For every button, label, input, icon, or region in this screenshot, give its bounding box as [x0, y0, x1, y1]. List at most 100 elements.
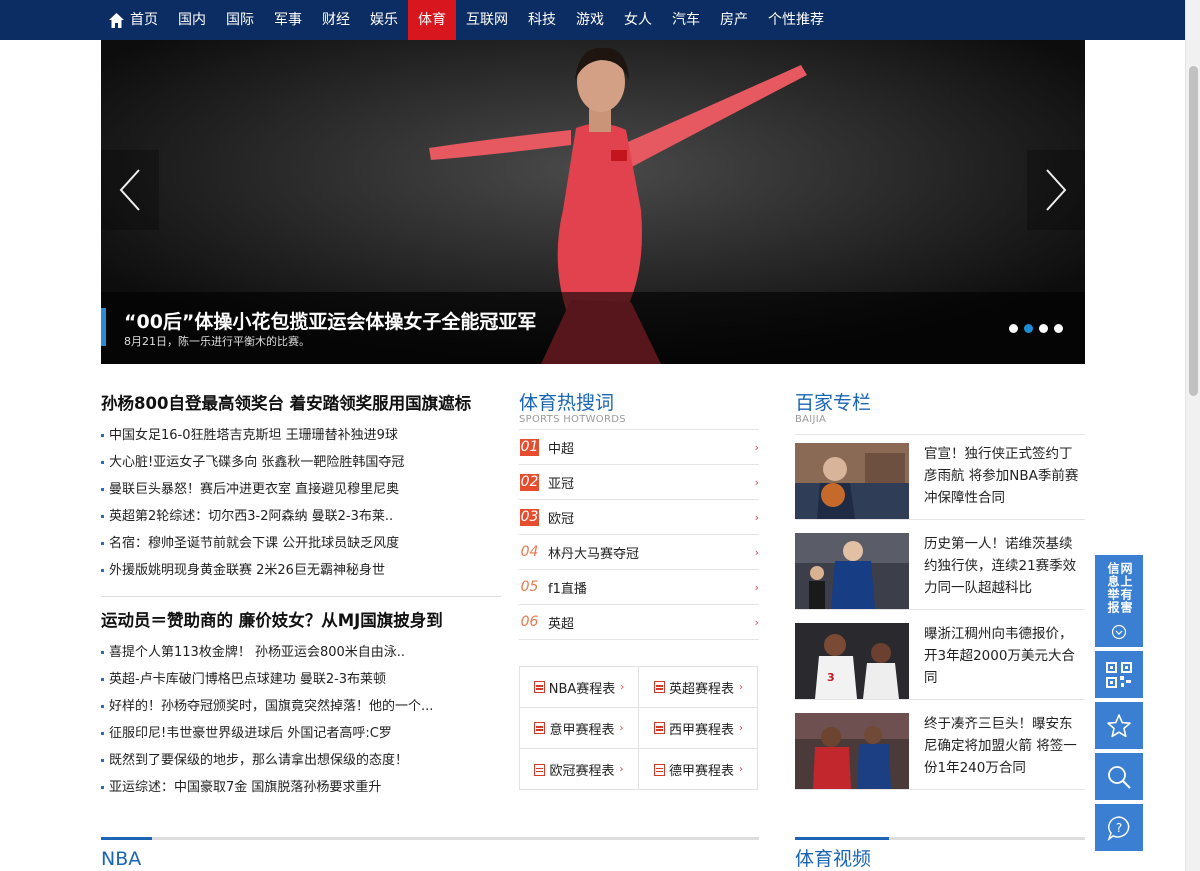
chevron-right-icon: ›	[754, 441, 759, 454]
news-item[interactable]: 好样的！孙杨夺冠颁奖时，国旗竟突然掉落！他的一个...	[101, 693, 501, 720]
nav-item-label: 娱乐	[370, 12, 398, 28]
hot-item[interactable]: 02 亚冠 ›	[519, 465, 759, 500]
news-item[interactable]: 英超-卢卡库破门博格巴点球建功 曼联2-3布莱顿	[101, 666, 501, 693]
nba-section-bar	[101, 837, 759, 840]
hot-search-subtitle: SPORTS HOTWORDS	[519, 414, 626, 425]
schedule-label: 意甲赛程表	[549, 722, 615, 738]
page-scrollbar[interactable]	[1185, 0, 1200, 871]
carousel-caption: “00后”体操小花包揽亚运会体操女子全能冠亚军 8月21日，陈一乐进行平衡木的比…	[101, 292, 1085, 364]
scrollbar-thumb[interactable]	[1189, 66, 1198, 396]
schedule-label: 德甲赛程表	[668, 764, 734, 779]
carousel-dot[interactable]	[1054, 324, 1063, 333]
thumbnail-image	[795, 533, 909, 609]
hot-name: f1直播	[548, 581, 587, 597]
star-icon	[1107, 713, 1131, 737]
thumbnail-image	[795, 443, 909, 519]
news-item[interactable]: 大心脏!亚运女子飞碟多向 张鑫秋一靶险胜韩国夺冠	[101, 449, 501, 476]
news-item[interactable]: 中国女足16-0狂胜塔吉克斯坦 王珊珊替补独进9球	[101, 422, 501, 449]
news-item[interactable]: 征服印尼!韦世豪世界级进球后 外国记者高呼:C罗	[101, 720, 501, 747]
search-button[interactable]	[1095, 753, 1143, 800]
schedule-label: 西甲赛程表	[668, 722, 734, 738]
carousel-prev-button[interactable]	[101, 150, 159, 230]
nav-item-12[interactable]: 房产	[710, 0, 758, 40]
carousel-dot[interactable]	[1009, 324, 1018, 333]
hot-search-title[interactable]: 体育热搜词	[519, 392, 759, 414]
chevron-right-icon: ›	[754, 581, 759, 594]
nav-item-label: 军事	[274, 12, 302, 28]
headline-2[interactable]: 运动员＝赞助商的 廉价妓女？从MJ国旗披身到	[101, 609, 501, 633]
nav-item-label: 房产	[720, 12, 748, 28]
hot-item[interactable]: 03 欧冠 ›	[519, 500, 759, 535]
nav-item-label: 财经	[322, 12, 350, 28]
nav-item-5[interactable]: 娱乐	[360, 0, 408, 40]
nav-item-label: 女人	[624, 12, 652, 28]
qrcode-button[interactable]	[1095, 651, 1143, 698]
video-section: 体育视频	[795, 837, 1085, 870]
nav-item-4[interactable]: 财经	[312, 0, 360, 40]
schedule-link[interactable]: 德甲赛程表 ›	[639, 749, 758, 790]
news-item[interactable]: 外援版姚明现身黄金联赛 2米26巨无霸神秘身世	[101, 557, 501, 584]
news-item[interactable]: 名宿：穆帅圣诞节前就会下课 公开批球员缺乏风度	[101, 530, 501, 557]
nba-section-title[interactable]: NBA	[101, 848, 759, 870]
hot-item[interactable]: 05 f1直播 ›	[519, 570, 759, 605]
nav-item-0[interactable]: 首页	[100, 0, 168, 40]
baijia-thumbnail[interactable]	[795, 533, 909, 609]
news-item[interactable]: 既然到了要保级的地步，那么请拿出想保级的态度！	[101, 747, 501, 774]
baijia-item-text[interactable]: 官宣！独行侠正式签约丁彦雨航 将参加NBA季前赛冲保障性合同	[924, 443, 1085, 509]
divider	[101, 596, 501, 597]
schedule-link[interactable]: NBA赛程表 ›	[520, 667, 639, 708]
floating-toolbar: 网上有害信息举报 ?	[1095, 555, 1143, 855]
list-icon	[653, 681, 665, 693]
nav-item-8[interactable]: 科技	[518, 0, 566, 40]
favorite-button[interactable]	[1095, 702, 1143, 749]
baijia-thumbnail[interactable]: 3	[795, 623, 909, 699]
chevron-right-icon: ›	[739, 722, 743, 734]
nav-item-7[interactable]: 互联网	[456, 0, 518, 40]
nav-item-10[interactable]: 女人	[614, 0, 662, 40]
help-button[interactable]: ?	[1095, 804, 1143, 851]
hot-item[interactable]: 04 林丹大马赛夺冠 ›	[519, 535, 759, 570]
schedule-link[interactable]: 欧冠赛程表 ›	[520, 749, 639, 790]
carousel-next-button[interactable]	[1027, 150, 1085, 230]
baijia-item[interactable]: 官宣！独行侠正式签约丁彦雨航 将参加NBA季前赛冲保障性合同	[795, 443, 1085, 520]
nav-item-9[interactable]: 游戏	[566, 0, 614, 40]
baijia-title[interactable]: 百家专栏	[795, 392, 1085, 414]
qrcode-icon	[1106, 661, 1132, 688]
hot-item[interactable]: 01 中超 ›	[519, 430, 759, 465]
news-item[interactable]: 曼联巨头暴怒！赛后冲进更衣室 直接避见穆里尼奥	[101, 476, 501, 503]
baijia-item-text[interactable]: 曝浙江稠州向韦德报价，开3年超2000万美元大合同	[924, 623, 1085, 689]
baijia-thumbnail[interactable]	[795, 443, 909, 519]
chevron-right-icon: ›	[619, 764, 624, 775]
news-item[interactable]: 喜提个人第113枚金牌！ 孙杨亚运会800米自由泳..	[101, 639, 501, 666]
news-item[interactable]: 英超第2轮综述：切尔西3-2阿森纳 曼联2-3布莱..	[101, 503, 501, 530]
baijia-thumbnail[interactable]	[795, 713, 909, 789]
list-icon	[534, 763, 546, 776]
nav-item-6[interactable]: 体育	[408, 0, 456, 40]
carousel-title[interactable]: “00后”体操小花包揽亚运会体操女子全能冠亚军	[124, 307, 536, 334]
report-button[interactable]: 网上有害信息举报	[1095, 555, 1143, 647]
hot-name: 英超	[548, 616, 575, 632]
chevron-right-icon	[1046, 169, 1067, 211]
baijia-item[interactable]: 历史第一人！诺维茨基续约独行侠，连续21赛季效力同一队超越科比	[795, 533, 1085, 610]
video-section-title[interactable]: 体育视频	[795, 848, 1085, 870]
schedule-link[interactable]: 英超赛程表 ›	[639, 667, 758, 708]
nav-item-label: 国内	[178, 12, 206, 28]
nav-item-label: 国际	[226, 12, 254, 28]
headline-1[interactable]: 孙杨800自登最高领奖台 着安踏领奖服用国旗遮标	[101, 392, 501, 416]
news-item[interactable]: 亚运综述：中国豪取7金 国旗脱落孙杨要求重升	[101, 774, 501, 801]
baijia-item-text[interactable]: 历史第一人！诺维茨基续约独行侠，连续21赛季效力同一队超越科比	[924, 533, 1085, 599]
nav-item-3[interactable]: 军事	[264, 0, 312, 40]
carousel-dot[interactable]	[1024, 324, 1033, 333]
baijia-item-text[interactable]: 终于凑齐三巨头！曝安东尼确定将加盟火箭 将签一份1年240万合同	[924, 713, 1085, 779]
baijia-item[interactable]: 终于凑齐三巨头！曝安东尼确定将加盟火箭 将签一份1年240万合同	[795, 713, 1085, 790]
nav-item-13[interactable]: 个性推荐	[758, 0, 834, 40]
carousel-dot[interactable]	[1039, 324, 1048, 333]
nav-item-1[interactable]: 国内	[168, 0, 216, 40]
hero-carousel[interactable]: “00后”体操小花包揽亚运会体操女子全能冠亚军 8月21日，陈一乐进行平衡木的比…	[101, 40, 1085, 364]
baijia-item[interactable]: 3 曝浙江稠州向韦德报价，开3年超2000万美元大合同	[795, 623, 1085, 700]
nav-item-2[interactable]: 国际	[216, 0, 264, 40]
schedule-link[interactable]: 西甲赛程表 ›	[639, 708, 758, 749]
hot-item[interactable]: 06 英超 ›	[519, 605, 759, 640]
nav-item-11[interactable]: 汽车	[662, 0, 710, 40]
schedule-link[interactable]: 意甲赛程表 ›	[520, 708, 639, 749]
